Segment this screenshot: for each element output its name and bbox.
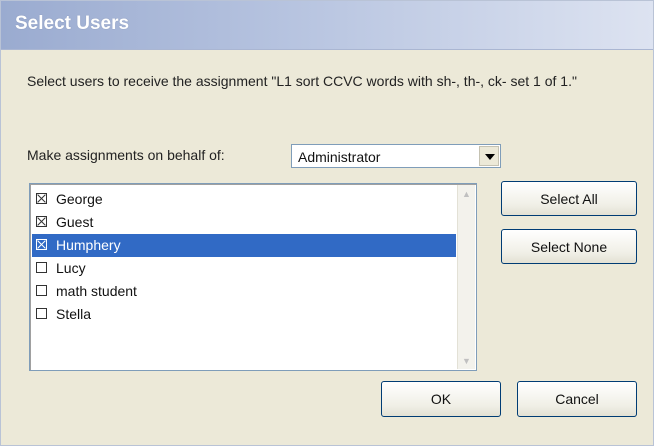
user-checkbox[interactable] (36, 216, 47, 227)
users-listbox[interactable]: George Guest Humphery Lucy math student … (29, 183, 477, 371)
list-item-math-student[interactable]: math student (32, 280, 456, 303)
list-item-stella[interactable]: Stella (32, 303, 456, 326)
user-checkbox[interactable] (36, 262, 47, 273)
select-none-button[interactable]: Select None (501, 229, 637, 264)
list-item-humphery[interactable]: Humphery (32, 234, 456, 257)
chevron-down-icon[interactable] (479, 146, 499, 166)
title-bar[interactable]: Select Users (1, 1, 653, 50)
behalf-dropdown-value: Administrator (298, 149, 381, 165)
ok-button[interactable]: OK (381, 381, 501, 417)
behalf-label: Make assignments on behalf of: (27, 147, 225, 163)
user-label: Stella (56, 306, 92, 322)
behalf-dropdown[interactable]: Administrator (291, 144, 501, 168)
scroll-down-icon[interactable]: ▼ (458, 352, 475, 369)
user-checkbox[interactable] (36, 193, 47, 204)
user-label: George (56, 191, 103, 207)
list-item-guest[interactable]: Guest (32, 211, 456, 234)
scroll-up-icon[interactable]: ▲ (458, 185, 475, 202)
select-all-button[interactable]: Select All (501, 181, 637, 216)
user-label: Lucy (56, 260, 86, 276)
user-checkbox[interactable] (36, 308, 47, 319)
select-users-dialog: Select Users Select users to receive the… (0, 0, 654, 446)
user-checkbox[interactable] (36, 285, 47, 296)
user-checkbox[interactable] (36, 239, 47, 250)
listbox-scrollbar[interactable]: ▲ ▼ (457, 185, 475, 369)
user-label: Humphery (56, 237, 121, 253)
user-label: Guest (56, 214, 94, 230)
list-item-lucy[interactable]: Lucy (32, 257, 456, 280)
user-label: math student (56, 283, 137, 299)
dialog-title: Select Users (15, 13, 130, 34)
instruction-text: Select users to receive the assignment "… (27, 73, 577, 89)
cancel-button[interactable]: Cancel (517, 381, 637, 417)
list-item-george[interactable]: George (32, 188, 456, 211)
